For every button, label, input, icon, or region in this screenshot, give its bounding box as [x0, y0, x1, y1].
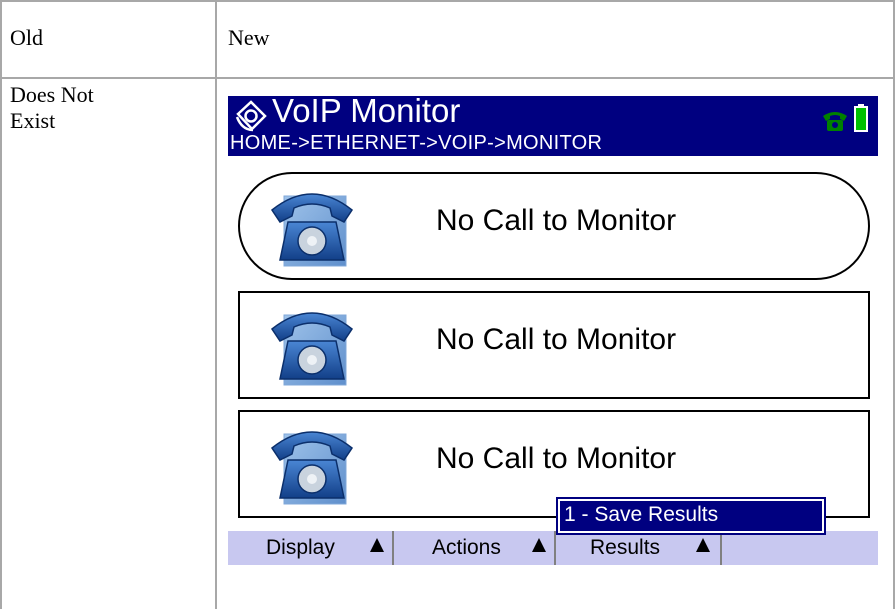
- actions-softkey[interactable]: Actions: [394, 531, 556, 565]
- results-popup-menu: 1 - Save Results: [556, 497, 826, 535]
- voip-monitor-screen: VoIP Monitor HOME->ETHERNET->VOIP->MONIT…: [228, 96, 878, 580]
- battery-icon: [854, 104, 868, 132]
- call-status-label: No Call to Monitor: [436, 442, 677, 475]
- menu-up-arrow-icon: [370, 538, 384, 552]
- softkey-bar: Display Actions Results: [228, 531, 878, 565]
- column-header-old: Old: [10, 25, 43, 50]
- display-softkey[interactable]: Display: [228, 531, 394, 565]
- voip-app-icon: [235, 100, 267, 132]
- call-slot-2[interactable]: No Call to Monitor: [238, 291, 870, 399]
- results-softkey[interactable]: Results: [556, 531, 722, 565]
- telephone-icon: [270, 431, 354, 505]
- column-header-new: New: [228, 25, 270, 50]
- save-results-menu-item[interactable]: 1 - Save Results: [564, 503, 718, 527]
- telephone-icon: [270, 312, 354, 386]
- table-header-divider: [0, 77, 895, 79]
- app-title: VoIP Monitor: [272, 96, 461, 129]
- menu-up-arrow-icon: [696, 538, 710, 552]
- breadcrumb-underline: [228, 156, 878, 158]
- menu-up-arrow-icon: [532, 538, 546, 552]
- telephone-icon: [270, 193, 354, 267]
- table-column-divider: [215, 0, 217, 609]
- phone-icon: [823, 112, 847, 131]
- call-status-label: No Call to Monitor: [436, 323, 677, 356]
- actions-softkey-label: Actions: [432, 536, 501, 559]
- table-border-top: [0, 0, 895, 2]
- breadcrumb: HOME->ETHERNET->VOIP->MONITOR: [230, 132, 603, 154]
- call-slot-1[interactable]: No Call to Monitor: [238, 172, 870, 280]
- results-softkey-label: Results: [590, 536, 661, 559]
- table-border-left: [0, 0, 2, 609]
- display-softkey-label: Display: [266, 536, 335, 559]
- title-bar: VoIP Monitor HOME->ETHERNET->VOIP->MONIT…: [228, 96, 878, 158]
- old-cell-text: Does Not Exist: [10, 82, 94, 133]
- call-status-label: No Call to Monitor: [436, 204, 677, 237]
